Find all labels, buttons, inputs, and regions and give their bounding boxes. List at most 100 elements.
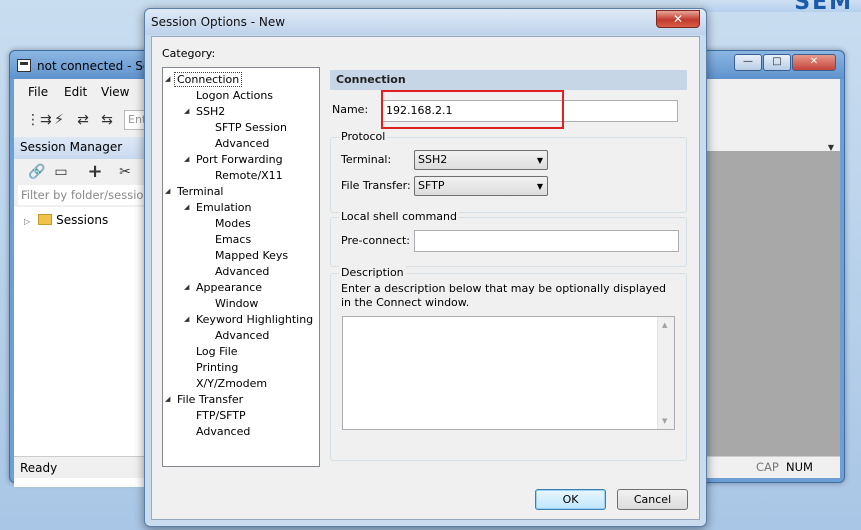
chevron-down-icon: ▼ xyxy=(536,182,543,191)
tree-item[interactable]: ◢ SSH2 xyxy=(184,104,226,119)
scroll-up-icon[interactable]: ▲ xyxy=(662,321,667,329)
protocol-group: Protocol Terminal: SSH2 ▼ File Transfer:… xyxy=(330,130,687,213)
reconnect-icon[interactable]: ⇄ xyxy=(74,111,92,129)
tree-expander-icon[interactable]: ◢ xyxy=(184,152,189,167)
connect-tree-icon[interactable]: ⋮⇉ xyxy=(26,111,52,129)
terminal-select-value: SSH2 xyxy=(418,153,448,166)
dialog-title: Session Options - New xyxy=(151,15,286,29)
tree-item[interactable]: ◢ Emulation xyxy=(184,200,252,215)
menu-edit[interactable]: Edit xyxy=(64,85,87,99)
description-scrollbar[interactable]: ▲ ▼ xyxy=(657,317,674,429)
terminal-toolbar-area: ▼ xyxy=(704,107,840,152)
tree-item-label: SFTP Session xyxy=(215,121,287,134)
new-window-icon[interactable]: ▭ xyxy=(52,163,70,181)
main-toolbar: ⋮⇉ ⚡ ⇄ ⇆ Ent xyxy=(14,107,148,133)
tree-item[interactable]: Log File xyxy=(196,344,238,359)
tree-item-label: FTP/SFTP xyxy=(196,409,246,422)
link-icon[interactable]: 🔗 xyxy=(28,163,46,181)
session-filter-input[interactable]: Filter by folder/session xyxy=(18,185,144,205)
name-label: Name: xyxy=(332,103,369,116)
tree-item[interactable]: Modes xyxy=(215,216,251,231)
tree-item[interactable]: ◢ Keyword Highlighting xyxy=(184,312,314,327)
sessions-label: Sessions xyxy=(56,213,109,227)
tree-item[interactable]: Window xyxy=(215,296,258,311)
tree-item[interactable]: ◢ Port Forwarding xyxy=(184,152,283,167)
status-cap: CAP xyxy=(756,460,779,474)
brand-strip: SEM xyxy=(700,0,861,15)
tree-item-label: Mapped Keys xyxy=(215,249,289,262)
tree-item-label: File Transfer xyxy=(177,393,244,406)
tree-item-label: Modes xyxy=(215,217,251,230)
tree-item[interactable]: SFTP Session xyxy=(215,120,287,135)
quick-connect-icon[interactable]: ⚡ xyxy=(50,111,68,129)
tree-expander-icon[interactable]: ◢ xyxy=(184,200,189,215)
file-transfer-label: File Transfer: xyxy=(341,179,411,192)
tree-item[interactable]: ◢ Terminal xyxy=(165,184,224,199)
maximize-button[interactable]: □ xyxy=(763,54,791,71)
file-transfer-select[interactable]: SFTP ▼ xyxy=(414,176,548,196)
tree-item-label: Port Forwarding xyxy=(196,153,283,166)
main-close-button[interactable]: ✕ xyxy=(792,54,836,71)
tree-item[interactable]: Mapped Keys xyxy=(215,248,288,263)
tree-expander-icon[interactable]: ◢ xyxy=(165,72,170,87)
description-textarea[interactable]: ▲ ▼ xyxy=(342,316,675,430)
tree-expander-icon[interactable]: ◢ xyxy=(165,392,170,407)
sessions-folder[interactable]: ▷ Sessions xyxy=(24,213,108,227)
tree-item[interactable]: ◢ Connection xyxy=(165,72,243,87)
protocol-group-title: Protocol xyxy=(339,130,388,143)
status-num: NUM xyxy=(786,460,813,474)
dialog-close-button[interactable]: ✕ xyxy=(656,10,700,28)
tree-item-label: Window xyxy=(215,297,259,310)
tree-item[interactable]: Printing xyxy=(196,360,238,375)
cancel-button[interactable]: Cancel xyxy=(617,489,688,510)
preconnect-input[interactable] xyxy=(414,230,679,252)
cut-icon[interactable]: ✂ xyxy=(116,163,134,181)
tree-item-label: Appearance xyxy=(196,281,263,294)
tree-expander-icon[interactable]: ◢ xyxy=(184,312,189,327)
ok-button[interactable]: OK xyxy=(535,489,606,510)
session-manager-header: Session Manager xyxy=(14,137,144,159)
panel-header: Connection xyxy=(330,70,687,90)
expand-arrow-icon[interactable]: ▷ xyxy=(24,217,30,226)
tree-item-label: Advanced xyxy=(215,329,270,342)
tree-item-label: Keyword Highlighting xyxy=(196,313,314,326)
dialog-client-area: Category: ◢ Connection Logon Actions ◢ SSH2 S… xyxy=(151,36,700,520)
tree-item[interactable]: Advanced xyxy=(215,136,269,151)
menu-view[interactable]: View xyxy=(101,85,129,99)
tree-item-label: Emulation xyxy=(196,201,252,214)
tree-item[interactable]: X/Y/Zmodem xyxy=(196,376,267,391)
scroll-down-icon[interactable]: ▼ xyxy=(662,417,667,425)
tree-item[interactable]: Remote/X11 xyxy=(215,168,283,183)
settings-panel: Connection Name: 192.168.2.1 Protocol Te… xyxy=(330,67,688,461)
tree-item-label: Advanced xyxy=(215,265,270,278)
disconnect-icon[interactable]: ⇆ xyxy=(98,111,116,129)
tree-expander-icon[interactable]: ◢ xyxy=(165,184,170,199)
tree-item[interactable]: FTP/SFTP xyxy=(196,408,246,423)
tree-item-label: SSH2 xyxy=(196,105,226,118)
description-hint: Enter a description below that may be op… xyxy=(341,282,666,309)
tree-item[interactable]: ◢ File Transfer xyxy=(165,392,244,407)
terminal-label: Terminal: xyxy=(341,153,392,166)
description-group-title: Description xyxy=(339,266,406,279)
category-tree: ◢ Connection Logon Actions ◢ SSH2 SFTP Sessio… xyxy=(162,67,320,467)
tree-item-label: Remote/X11 xyxy=(215,169,283,182)
tree-item-label: Advanced xyxy=(196,425,251,438)
tree-expander-icon[interactable]: ◢ xyxy=(184,104,189,119)
tree-item[interactable]: Advanced xyxy=(196,424,250,439)
tree-expander-icon[interactable]: ◢ xyxy=(184,280,189,295)
add-icon[interactable]: + xyxy=(86,163,104,181)
tree-item-label: X/Y/Zmodem xyxy=(196,377,268,390)
tree-item-label: Log File xyxy=(196,345,238,358)
tree-item[interactable]: ◢ Appearance xyxy=(184,280,263,295)
tree-item[interactable]: Advanced xyxy=(215,264,269,279)
tree-item-label: Emacs xyxy=(215,233,252,246)
chevron-down-icon: ▼ xyxy=(536,156,543,165)
category-label: Category: xyxy=(162,47,216,60)
tree-item[interactable]: Advanced xyxy=(215,328,269,343)
minimize-button[interactable]: — xyxy=(734,54,762,71)
tree-item[interactable]: Logon Actions xyxy=(196,88,273,103)
file-transfer-select-value: SFTP xyxy=(418,179,445,192)
terminal-select[interactable]: SSH2 ▼ xyxy=(414,150,548,170)
tree-item[interactable]: Emacs xyxy=(215,232,251,247)
menu-file[interactable]: File xyxy=(28,85,48,99)
